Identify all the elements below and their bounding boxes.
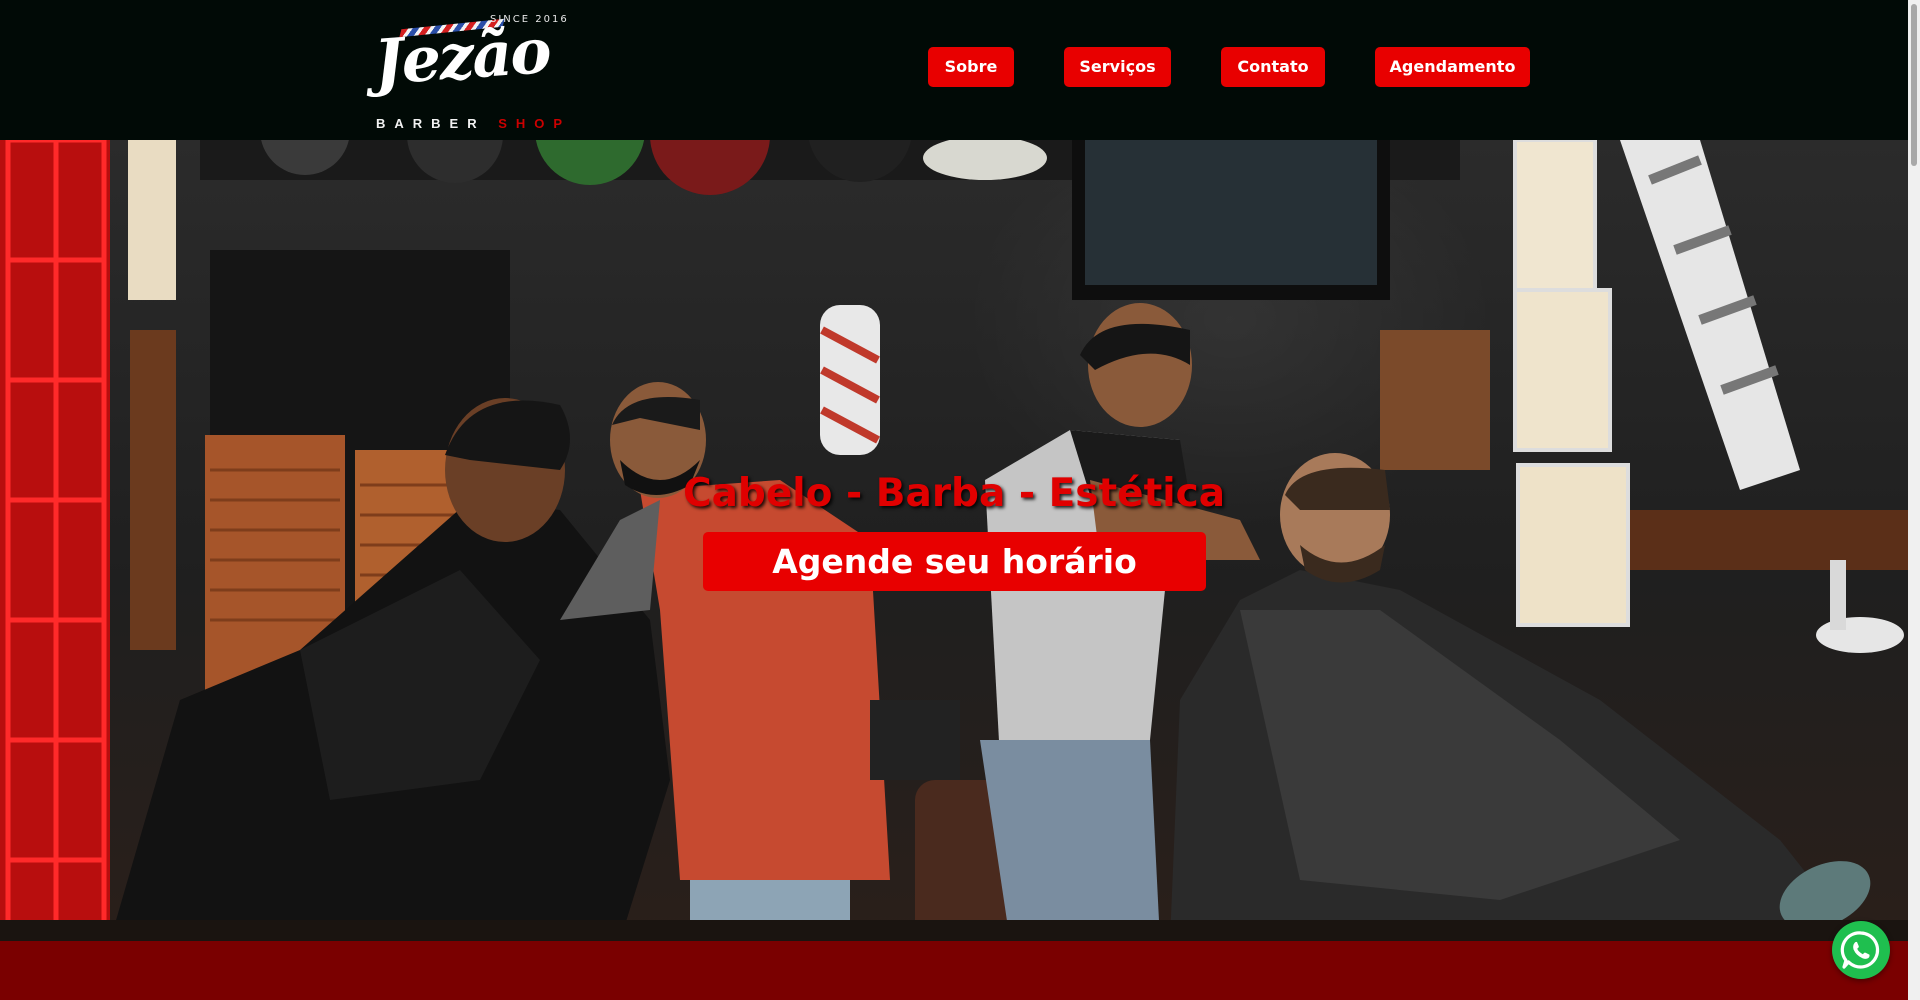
whatsapp-icon bbox=[1840, 931, 1880, 969]
whatsapp-button[interactable] bbox=[1832, 921, 1890, 979]
page-scrollbar[interactable] bbox=[1908, 0, 1920, 1000]
logo-shop-text: SHOP bbox=[498, 116, 572, 131]
nav-agendamento-button[interactable]: Agendamento bbox=[1375, 47, 1530, 87]
site-header: SINCE 2016 Jezão BARBER SHOP Sobre Servi… bbox=[0, 0, 1908, 140]
scrollbar-thumb[interactable] bbox=[1911, 4, 1917, 166]
logo-subtitle: BARBER SHOP bbox=[376, 116, 571, 131]
hero-section: Cabelo - Barba - Estética Agende seu hor… bbox=[0, 140, 1908, 941]
next-section-band bbox=[0, 941, 1908, 1000]
nav-servicos-button[interactable]: Serviços bbox=[1064, 47, 1171, 87]
schedule-cta-button[interactable]: Agende seu horário bbox=[703, 532, 1206, 591]
nav-contato-button[interactable]: Contato bbox=[1221, 47, 1325, 87]
hero-title: Cabelo - Barba - Estética bbox=[682, 471, 1226, 516]
logo[interactable]: SINCE 2016 Jezão BARBER SHOP bbox=[371, 10, 572, 131]
logo-barber-text: BARBER bbox=[376, 116, 486, 131]
logo-script-text: Jezão bbox=[371, 13, 552, 100]
nav-sobre-button[interactable]: Sobre bbox=[928, 47, 1014, 87]
